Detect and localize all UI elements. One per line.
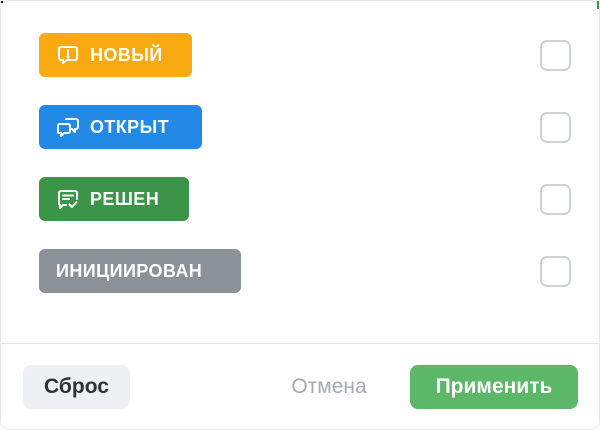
chat-bubbles-icon [56, 115, 80, 139]
status-label: ОТКРЫТ [90, 116, 170, 137]
status-checkbox-solved[interactable] [540, 184, 571, 215]
cancel-button[interactable]: Отмена [269, 365, 389, 409]
status-badge-open: ОТКРЫТ [39, 105, 202, 149]
status-badge-solved: РЕШЕН [39, 177, 189, 221]
footer-divider [1, 343, 600, 344]
status-checkbox-initiated[interactable] [540, 256, 571, 287]
status-checkbox-new[interactable] [540, 40, 571, 71]
reset-button[interactable]: Сброс [23, 365, 130, 409]
apply-button[interactable]: Применить [410, 365, 578, 409]
status-row-initiated[interactable]: ИНИЦИИРОВАН [39, 249, 571, 293]
status-checkbox-open[interactable] [540, 112, 571, 143]
status-row-solved[interactable]: РЕШЕН [39, 177, 571, 221]
corner-accent [597, 1, 599, 9]
status-badge-initiated: ИНИЦИИРОВАН [39, 249, 241, 293]
message-check-icon [56, 187, 80, 211]
status-row-new[interactable]: НОВЫЙ [39, 33, 571, 77]
status-filter-popup: НОВЫЙ ОТКРЫТ РЕШЕН ИНИЦИИРОВАН Сброс Отм… [0, 0, 600, 430]
status-label: НОВЫЙ [90, 44, 163, 65]
status-label: ИНИЦИИРОВАН [56, 260, 203, 281]
status-badge-new: НОВЫЙ [39, 33, 192, 77]
alert-message-icon [56, 43, 80, 67]
status-label: РЕШЕН [90, 188, 160, 209]
corner-accent [1, 1, 3, 3]
status-row-open[interactable]: ОТКРЫТ [39, 105, 571, 149]
